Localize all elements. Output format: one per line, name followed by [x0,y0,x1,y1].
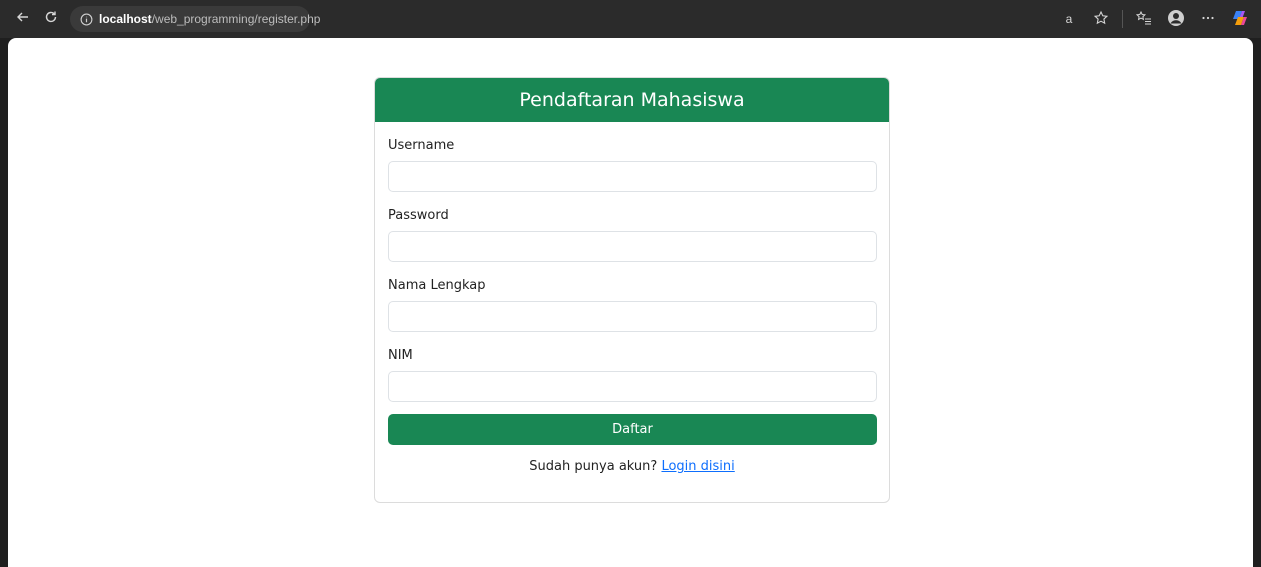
back-icon [15,9,31,29]
password-input[interactable] [388,231,877,262]
browser-right-tools: a [1058,6,1251,32]
password-group: Password [388,208,877,262]
profile-button[interactable] [1165,8,1187,30]
nim-group: NIM [388,348,877,402]
more-icon [1200,10,1216,29]
card-header: Pendaftaran Mahasiswa [375,78,889,122]
username-group: Username [388,138,877,192]
password-label: Password [388,208,449,223]
registration-card: Pendaftaran Mahasiswa Username Password … [374,77,890,503]
username-input[interactable] [388,161,877,192]
reload-button[interactable] [40,8,62,30]
browser-toolbar: localhost/web_programming/register.php a [0,0,1261,38]
login-link[interactable]: Login disini [661,459,734,474]
copilot-button[interactable] [1229,8,1251,30]
more-button[interactable] [1197,8,1219,30]
page-viewport: Pendaftaran Mahasiswa Username Password … [8,38,1253,567]
toolbar-divider [1122,10,1123,28]
favorites-list-icon [1135,10,1152,29]
read-aloud-button[interactable]: a [1058,8,1080,30]
address-bar[interactable]: localhost/web_programming/register.php [70,6,320,32]
nim-input[interactable] [388,371,877,402]
login-prompt: Sudah punya akun? Login disini [388,459,876,474]
register-button[interactable]: Daftar [388,414,877,445]
url-path: /web_programming/register.php [151,12,321,26]
copilot-icon [1230,8,1250,31]
read-aloud-icon: a [1065,12,1073,26]
username-label: Username [388,138,455,153]
browser-window: localhost/web_programming/register.php a [0,0,1261,567]
info-icon[interactable] [80,13,93,26]
favorite-star-icon [1093,10,1109,29]
reload-icon [43,9,59,29]
page-title: Pendaftaran Mahasiswa [519,89,745,111]
fullname-label: Nama Lengkap [388,278,486,293]
fullname-group: Nama Lengkap [388,278,877,332]
registration-form: Username Password Nama Lengkap NIM Dafta… [375,138,889,474]
login-prompt-text: Sudah punya akun? [529,459,658,474]
url-host: localhost [99,12,152,26]
favorite-button[interactable] [1090,8,1112,30]
favorites-list-button[interactable] [1133,8,1155,30]
nim-label: NIM [388,348,413,363]
profile-icon [1167,9,1185,30]
back-button[interactable] [12,8,34,30]
fullname-input[interactable] [388,301,877,332]
